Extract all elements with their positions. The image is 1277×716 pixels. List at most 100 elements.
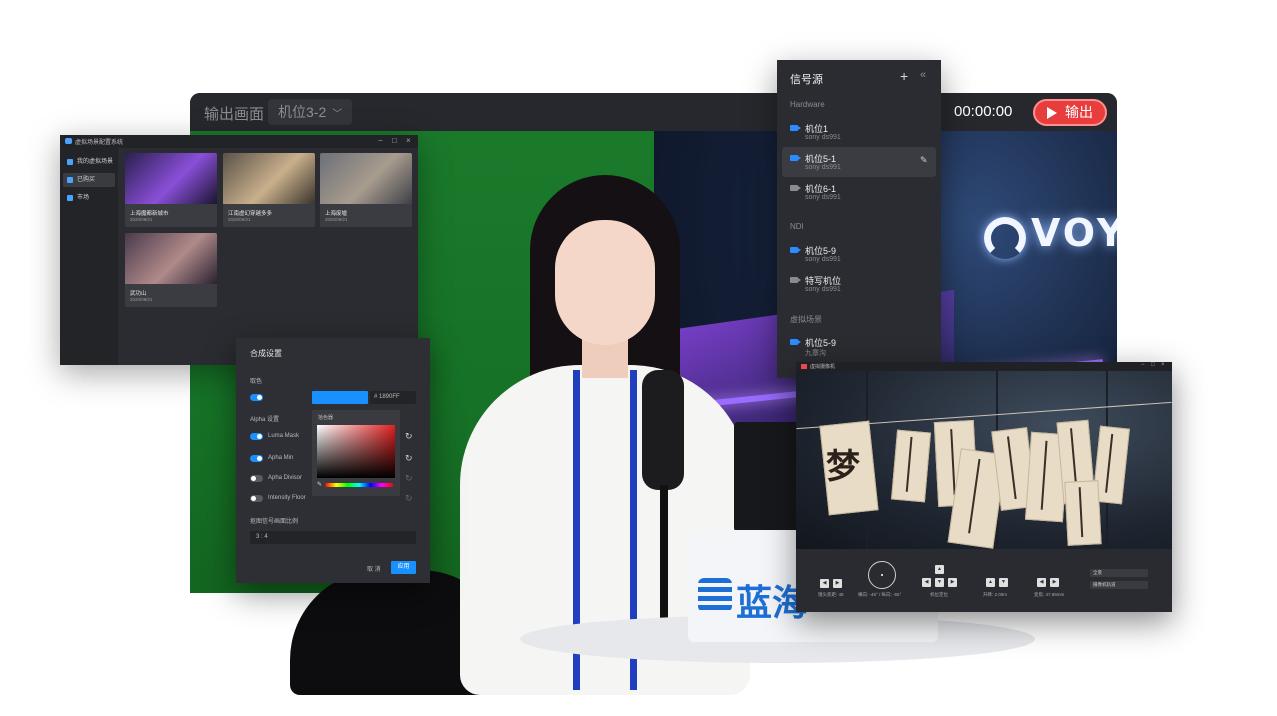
source-item[interactable]: 特写机位 sony ds991 <box>782 269 936 299</box>
chevron-down-icon: ﹀ <box>332 109 343 120</box>
ink-stroke <box>1041 440 1048 510</box>
composite-title: 合成设置 <box>250 349 282 358</box>
sidebar-item-my-scenes[interactable]: 我的虚拟场景 <box>63 155 115 169</box>
source-device: sony ds991 <box>805 194 841 201</box>
move-down-button[interactable]: ▼ <box>935 578 944 587</box>
source-item[interactable]: 机位5-9 九寨沟 <box>782 331 936 361</box>
output-button[interactable]: 输出 <box>1033 99 1107 126</box>
sidebar-item-market[interactable]: 市场 <box>63 191 115 205</box>
user-icon <box>67 159 73 165</box>
camera-select-value: 机位3-2 <box>278 104 327 120</box>
presenter-face <box>555 220 655 345</box>
ptz-window-title: 虚拟摄像机 <box>810 364 836 370</box>
camera-select[interactable]: 机位3-2 ﹀ <box>268 99 353 125</box>
ink-stroke <box>1105 433 1114 493</box>
apha-min-toggle[interactable] <box>250 455 263 462</box>
ptz-titlebar: 虚拟摄像机 − □ × <box>796 362 1172 371</box>
bag-icon <box>67 177 73 183</box>
intensity-floor-toggle[interactable] <box>250 495 263 502</box>
scene-card[interactable]: 上海魔都新城市 2020/09/21 <box>125 153 217 227</box>
color-hex-input[interactable]: # 1890FF <box>370 391 416 404</box>
luma-mask-label: Luma Mask <box>268 433 300 439</box>
apha-min-label: Apha Min <box>268 455 294 461</box>
source-item[interactable]: 机位6-1 sony ds991 <box>782 177 936 207</box>
source-device: sony ds991 <box>805 134 841 141</box>
zoom-in-button[interactable]: ▶ <box>1050 578 1059 587</box>
zoom-out-button[interactable]: ◀ <box>1037 578 1046 587</box>
sidebar-item-label: 我的虚拟场景 <box>77 159 114 165</box>
saturation-value-area[interactable] <box>317 425 395 478</box>
camera-icon <box>790 155 801 161</box>
scene-name: 江南虚幻穿越多多 <box>228 211 273 217</box>
camera-view: 梦 <box>796 371 1172 549</box>
scene-name: 上海废墟 <box>325 211 348 217</box>
decrease-button[interactable]: ◀ <box>820 579 829 588</box>
reset-icon[interactable]: ↻ <box>405 431 413 442</box>
lift-down-button[interactable]: ▼ <box>999 578 1008 587</box>
move-left-button[interactable]: ◀ <box>922 578 931 587</box>
section-hardware: Hardware <box>790 100 825 109</box>
key-color-swatch[interactable] <box>312 391 368 404</box>
source-item[interactable]: 机位5-9 sony ds991 <box>782 239 936 269</box>
maximize-icon[interactable]: □ <box>392 136 397 145</box>
source-item[interactable]: 机位5-1 sony ds991 ✎ <box>782 147 936 177</box>
source-device: sony ds991 <box>805 164 841 171</box>
app-logo-icon <box>801 364 807 369</box>
reset-icon[interactable]: ↻ <box>405 493 413 504</box>
view-mode-select[interactable]: 全景 <box>1090 569 1148 577</box>
apply-button[interactable]: 应用 <box>391 561 416 574</box>
eyedropper-icon[interactable]: ✎ <box>317 481 322 488</box>
cancel-button[interactable]: 取 消 <box>367 564 381 573</box>
move-up-button[interactable]: ▲ <box>935 565 944 574</box>
microphone-icon <box>642 370 684 490</box>
camera-icon <box>790 277 801 283</box>
collapse-icon[interactable]: « <box>920 69 926 81</box>
sidebar-item-label: 市场 <box>77 195 90 201</box>
camera-icon <box>790 339 801 345</box>
scene-card[interactable]: 上海废墟 2020/09/21 <box>320 153 412 227</box>
ratio-select[interactable]: 3 : 4 <box>250 531 416 544</box>
close-icon[interactable]: × <box>406 136 411 145</box>
reset-icon[interactable]: ↻ <box>405 473 413 484</box>
hue-slider[interactable] <box>325 483 393 487</box>
source-device: 九寨沟 <box>805 350 826 357</box>
pan-tilt-joystick[interactable] <box>868 561 896 589</box>
ink-stroke <box>1078 487 1084 537</box>
reset-icon[interactable]: ↻ <box>405 453 413 464</box>
scene-thumbnail <box>320 153 412 204</box>
key-color-toggle[interactable] <box>250 394 263 401</box>
zoom-label: 变焦: 47.89mm <box>1034 592 1065 597</box>
lift-label: 升降: 2.00m <box>983 592 1008 597</box>
signal-source-panel: 信号源 + « Hardware 机位1 sony ds991 机位5-1 so… <box>777 60 941 378</box>
minimize-icon[interactable]: − <box>378 136 383 145</box>
sidebar-item-purchased[interactable]: 已购买 <box>63 173 115 187</box>
virtual-camera-window: 虚拟摄像机 − □ × 梦 ◀ ▶ 镜头焦距: 48 横向: -45° / 纵向… <box>796 362 1172 612</box>
output-timer: 00:00:00 <box>954 103 1013 120</box>
edit-icon[interactable]: ✎ <box>920 155 928 166</box>
minimize-icon[interactable]: − <box>1141 362 1145 368</box>
calligraphy-paper <box>891 429 931 503</box>
color-picker[interactable]: 拾色器 ✎ <box>312 410 400 496</box>
focal-length-label: 镜头焦距: 48 <box>818 592 844 597</box>
scene-card[interactable]: 江南虚幻穿越多多 2020/09/21 <box>223 153 315 227</box>
scene-thumbnail <box>223 153 315 204</box>
ptz-control-bar: ◀ ▶ 镜头焦距: 48 横向: -45° / 纵向: -65° ▲ ◀ ▼ ▶… <box>796 549 1172 612</box>
move-right-button[interactable]: ▶ <box>948 578 957 587</box>
luma-mask-toggle[interactable] <box>250 433 263 440</box>
section-ndi: NDI <box>790 222 804 231</box>
scene-card[interactable]: 武功山 2020/09/21 <box>125 233 217 307</box>
close-icon[interactable]: × <box>1161 362 1165 368</box>
apha-divisor-label: Apha Divisor <box>268 475 303 481</box>
output-title: 输出画面 <box>204 106 265 123</box>
source-item[interactable]: 机位1 sony ds991 <box>782 117 936 147</box>
lift-up-button[interactable]: ▲ <box>986 578 995 587</box>
backdrop-logo-text: VOYAGE <box>1031 211 1117 255</box>
camera-track-select[interactable]: 摄像机轨道 <box>1090 581 1148 589</box>
ratio-label: 抠图信号画面比例 <box>250 519 299 525</box>
apha-divisor-toggle[interactable] <box>250 475 263 482</box>
add-icon[interactable]: + <box>900 68 908 84</box>
increase-button[interactable]: ▶ <box>833 579 842 588</box>
mic-stand <box>660 485 668 620</box>
camera-icon <box>790 185 801 191</box>
maximize-icon[interactable]: □ <box>1151 362 1155 368</box>
